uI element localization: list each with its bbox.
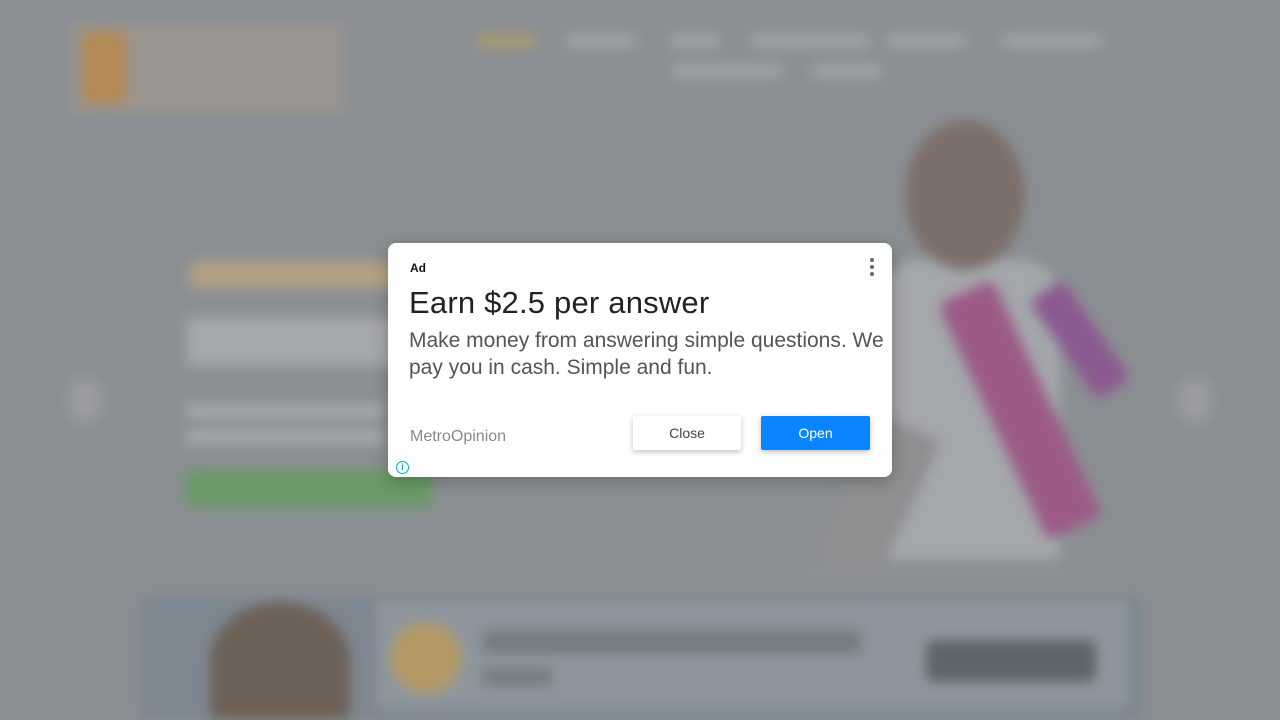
ad-headline: Earn $2.5 per answer xyxy=(409,285,710,320)
ad-label: Ad xyxy=(410,261,426,275)
interstitial-ad-dialog: Ad Earn $2.5 per answer Make money from … xyxy=(388,243,892,477)
bottom-banner-ad xyxy=(140,596,1142,720)
hero-text xyxy=(186,430,386,444)
nav-item xyxy=(672,64,782,78)
hero-title xyxy=(186,318,396,366)
nav-item xyxy=(886,34,966,48)
site-logo xyxy=(72,24,342,112)
carousel-next-icon xyxy=(1180,380,1210,420)
nav-item xyxy=(670,34,720,48)
more-options-icon[interactable] xyxy=(866,258,878,278)
nav-item xyxy=(476,34,536,48)
nav-item xyxy=(1002,34,1102,48)
ad-info-icon[interactable]: i xyxy=(396,461,409,474)
ad-body-text: Make money from answering simple questio… xyxy=(409,329,884,379)
hero-text xyxy=(186,404,386,418)
nav-item xyxy=(812,64,882,78)
nav-item xyxy=(566,34,636,48)
advertiser-name: MetroOpinion xyxy=(410,428,507,445)
hero-subtitle xyxy=(190,262,410,288)
divider xyxy=(0,570,1280,571)
close-button[interactable]: Close xyxy=(633,416,741,450)
carousel-prev-icon xyxy=(70,380,100,420)
open-button[interactable]: Open xyxy=(761,416,870,450)
nav-item xyxy=(750,34,870,48)
